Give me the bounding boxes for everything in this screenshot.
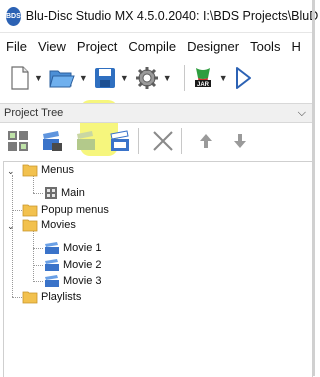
tree-connector [12,210,22,211]
movie-icon [45,242,59,254]
tree-node-movies[interactable]: Movies [22,217,76,233]
jar-icon: JAR [194,68,211,88]
tree-node-movie-3[interactable]: Movie 3 [44,273,102,289]
title-bar: BDS Blu-Disc Studio MX 4.5.0.2040: I:\BD… [0,0,318,33]
open-folder-icon [49,70,75,88]
panel-title: Project Tree [4,107,64,119]
tree-toolbar-separator [181,128,182,154]
tree-connector [33,248,43,249]
settings-dropdown-icon[interactable]: ▼ [163,73,172,83]
movie-icon [45,275,59,287]
add-movie-button[interactable] [38,127,66,155]
menu-file[interactable]: File [6,39,27,54]
movie-icon [45,259,59,271]
expand-all-icon [8,131,28,151]
play-button[interactable] [234,58,252,98]
tree-connector [12,297,22,298]
tree-connector [12,175,13,297]
add-clip-icon [77,131,95,150]
toolbar-separator [183,65,185,91]
folder-icon [22,204,38,217]
tree-node-popup-menus[interactable]: Popup menus [22,202,109,218]
menu-tools[interactable]: Tools [250,39,280,54]
menu-grid-icon [45,187,57,199]
project-tree: ⌄ Menus Main Popup menus ⌄ Movies Movie … [3,161,313,377]
new-file-button[interactable] [10,58,30,98]
add-movie-icon [43,131,62,151]
window-title: Blu-Disc Studio MX 4.5.0.2040: I:\BDS Pr… [25,9,319,23]
jar-button[interactable]: JAR [191,58,215,98]
tree-connector [33,225,34,282]
jar-dropdown-icon[interactable]: ▼ [219,73,228,83]
collapse-chevron-icon[interactable]: ⌄ [7,166,15,177]
menu-designer[interactable]: Designer [187,39,239,54]
save-button[interactable] [94,58,116,98]
tree-connector [33,281,43,282]
open-button[interactable] [49,58,75,98]
menu-project[interactable]: Project [77,39,117,54]
svg-text:JAR: JAR [197,82,210,88]
main-toolbar: ▼ ▼ ▼ ▼ JAR ▼ [0,58,315,98]
add-clip-button[interactable] [72,127,100,155]
expand-all-button[interactable] [4,127,32,155]
collapse-chevron-icon[interactable]: ⌄ [7,221,15,232]
tree-node-menus[interactable]: Menus [22,162,74,178]
tree-connector [33,265,43,266]
tree-connector [33,193,43,194]
tree-node-playlists[interactable]: Playlists [22,289,81,305]
delete-icon [153,131,173,151]
save-dropdown-icon[interactable]: ▼ [120,73,129,83]
tree-toolbar [0,122,312,160]
move-up-button[interactable] [192,127,220,155]
menu-view[interactable]: View [38,39,66,54]
tree-toolbar-separator [138,128,139,154]
new-file-icon [11,66,29,90]
project-tree-header: Project Tree ⌵ [0,103,312,123]
clapper-icon [110,130,129,151]
clapper-button[interactable] [106,127,134,155]
folder-icon [22,291,38,304]
folder-icon [22,219,38,232]
save-icon [94,68,115,88]
menu-help[interactable]: H [291,39,300,54]
folder-icon [22,164,38,177]
move-up-icon [200,134,212,148]
tree-node-main[interactable]: Main [44,185,85,201]
new-file-dropdown-icon[interactable]: ▼ [34,73,43,83]
move-down-icon [234,134,246,148]
delete-button[interactable] [149,127,177,155]
tree-node-movie-1[interactable]: Movie 1 [44,240,102,256]
open-dropdown-icon[interactable]: ▼ [79,73,88,83]
panel-splitter[interactable] [312,0,315,376]
play-icon [235,67,251,89]
tree-node-movie-2[interactable]: Movie 2 [44,257,102,273]
settings-gear-icon [135,67,158,89]
app-logo-icon: BDS [6,6,21,26]
menu-bar: File View Project Compile Designer Tools… [0,35,315,57]
pin-icon[interactable]: ⌵ [298,107,306,120]
move-down-button[interactable] [226,127,254,155]
settings-button[interactable] [135,58,159,98]
menu-compile[interactable]: Compile [128,39,176,54]
